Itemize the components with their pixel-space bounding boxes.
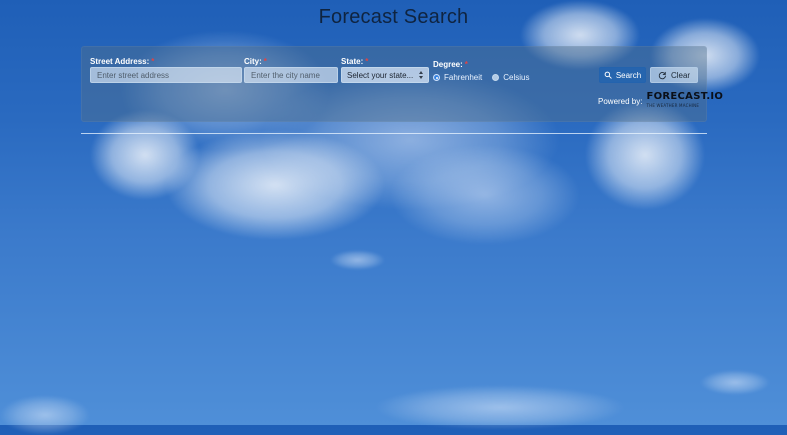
cloud-decoration — [0, 395, 90, 435]
degree-label: Degree: * — [433, 60, 468, 70]
state-select-value: Select your state... — [347, 71, 414, 80]
select-arrows-icon — [419, 71, 423, 79]
required-marker: * — [151, 57, 155, 66]
street-label: Street Address: * — [90, 57, 154, 67]
cloud-decoration — [330, 250, 385, 270]
city-label-text: City: — [244, 57, 262, 66]
celsius-label: Celsius — [503, 72, 530, 82]
celsius-option[interactable]: Celsius — [492, 73, 529, 82]
search-icon — [604, 71, 612, 79]
powered-by: Powered by: FORECAST.IO THE WEATHER MACH… — [598, 91, 724, 110]
celsius-radio[interactable] — [492, 73, 500, 81]
degree-options: Fahrenheit Celsius — [433, 71, 529, 83]
powered-by-label: Powered by: — [598, 97, 643, 106]
clear-button-label: Clear — [670, 70, 691, 80]
cloud-decoration — [90, 110, 200, 200]
cloud-decoration — [165, 130, 385, 240]
required-marker: * — [464, 60, 468, 69]
state-label-text: State: — [341, 57, 364, 66]
city-label: City: * — [244, 57, 267, 67]
forecast-brand-sub: THE WEATHER MACHINE — [646, 103, 700, 108]
state-label: State: * — [341, 57, 368, 67]
cloud-decoration — [700, 370, 770, 395]
refresh-icon — [658, 71, 666, 79]
search-button[interactable]: Search — [599, 67, 646, 83]
cloud-decoration — [375, 385, 625, 430]
forecast-brand: FORECAST.IO — [646, 91, 724, 102]
required-marker: * — [263, 57, 267, 66]
fahrenheit-option[interactable]: Fahrenheit — [433, 73, 482, 82]
page-title: Forecast Search — [318, 6, 469, 28]
fahrenheit-label: Fahrenheit — [444, 72, 483, 82]
street-address-input[interactable] — [90, 67, 242, 83]
city-input[interactable] — [244, 67, 338, 83]
clear-button[interactable]: Clear — [650, 67, 698, 83]
cloud-decoration — [390, 145, 580, 245]
required-marker: * — [365, 57, 369, 66]
forecast-logo: FORECAST.IO THE WEATHER MACHINE — [646, 91, 724, 110]
street-label-text: Street Address: — [90, 57, 150, 66]
search-button-label: Search — [615, 70, 642, 80]
fahrenheit-radio[interactable] — [433, 73, 440, 81]
search-panel — [81, 46, 707, 122]
degree-label-text: Degree: — [433, 60, 463, 69]
state-select[interactable]: Select your state... — [341, 67, 429, 83]
divider — [81, 133, 707, 134]
